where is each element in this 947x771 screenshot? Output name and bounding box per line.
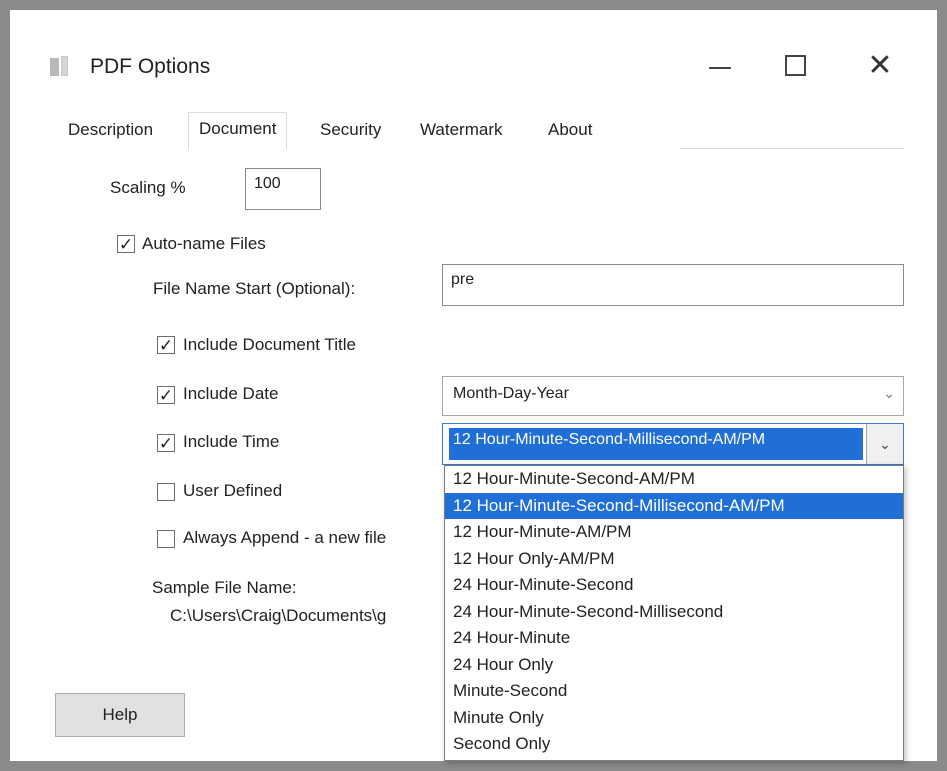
maximize-icon <box>784 54 806 76</box>
always-append-checkbox[interactable] <box>157 530 175 548</box>
include-title-label: Include Document Title <box>183 335 356 354</box>
time-option[interactable]: 12 Hour-Minute-Second-Millisecond-AM/PM <box>445 492 903 519</box>
date-format-value: Month-Day-Year <box>453 385 569 402</box>
check-icon: ✓ <box>158 433 174 453</box>
date-format-select[interactable]: Month-Day-Year ⌄ <box>442 376 904 416</box>
sample-file-name-value: C:\Users\Craig\Documents\g <box>170 606 387 625</box>
tab-divider <box>680 148 904 149</box>
sample-file-name-label: Sample File Name: <box>152 578 297 597</box>
maximize-button[interactable] <box>765 40 825 90</box>
check-icon: ✓ <box>158 335 174 355</box>
tab-document[interactable]: Document <box>188 112 288 149</box>
time-format-select[interactable]: 12 Hour-Minute-Second-Millisecond-AM/PM … <box>442 423 904 465</box>
time-option[interactable]: 24 Hour Only <box>445 652 903 679</box>
file-name-start-input[interactable]: pre <box>442 264 904 306</box>
time-option[interactable]: 24 Hour-Minute-Second-Millisecond <box>445 599 903 626</box>
window-title: PDF Options <box>90 55 211 78</box>
include-date-checkbox[interactable]: ✓ <box>157 386 175 404</box>
check-icon: ✓ <box>118 234 134 254</box>
time-option[interactable]: 24 Hour-Minute-Second <box>445 572 903 599</box>
time-option[interactable]: Minute Only <box>445 705 903 732</box>
tab-description[interactable]: Description <box>68 120 153 140</box>
check-icon: ✓ <box>158 385 174 405</box>
app-icon <box>50 56 70 78</box>
chevron-down-icon: ⌄ <box>883 385 895 401</box>
help-button[interactable]: Help <box>55 693 185 737</box>
time-format-dropdown-list: 12 Hour-Minute-Second-AM/PM 12 Hour-Minut… <box>444 465 904 761</box>
include-date-label: Include Date <box>183 384 279 403</box>
close-icon: ✕ <box>867 48 893 82</box>
time-option[interactable]: Minute-Second <box>445 678 903 705</box>
minimize-button[interactable] <box>690 40 750 90</box>
tab-watermark[interactable]: Watermark <box>420 120 503 140</box>
include-time-label: Include Time <box>183 432 280 451</box>
user-defined-label: User Defined <box>183 481 283 500</box>
time-option[interactable]: 24 Hour-Minute <box>445 625 903 652</box>
auto-name-checkbox[interactable]: ✓ <box>117 235 135 253</box>
chevron-down-icon[interactable]: ⌄ <box>866 424 903 464</box>
scaling-input[interactable]: 100 <box>245 168 321 210</box>
file-name-start-label: File Name Start (Optional): <box>153 279 356 298</box>
minimize-icon <box>709 67 731 69</box>
include-time-checkbox[interactable]: ✓ <box>157 434 175 452</box>
time-option[interactable]: 12 Hour-Minute-AM/PM <box>445 519 903 546</box>
time-option[interactable]: 12 Hour Only-AM/PM <box>445 546 903 573</box>
auto-name-label: Auto-name Files <box>142 234 266 253</box>
close-button[interactable]: ✕ <box>850 40 910 90</box>
tab-security[interactable]: Security <box>320 120 381 140</box>
user-defined-checkbox[interactable] <box>157 483 175 501</box>
always-append-label: Always Append - a new file <box>183 528 387 547</box>
time-option[interactable]: 12 Hour-Minute-Second-AM/PM <box>445 466 903 493</box>
tab-about[interactable]: About <box>548 120 592 140</box>
time-option[interactable]: Second Only <box>445 731 903 758</box>
scaling-label: Scaling % <box>110 178 186 197</box>
time-format-value: 12 Hour-Minute-Second-Millisecond-AM/PM <box>449 428 863 460</box>
include-title-checkbox[interactable]: ✓ <box>157 336 175 354</box>
